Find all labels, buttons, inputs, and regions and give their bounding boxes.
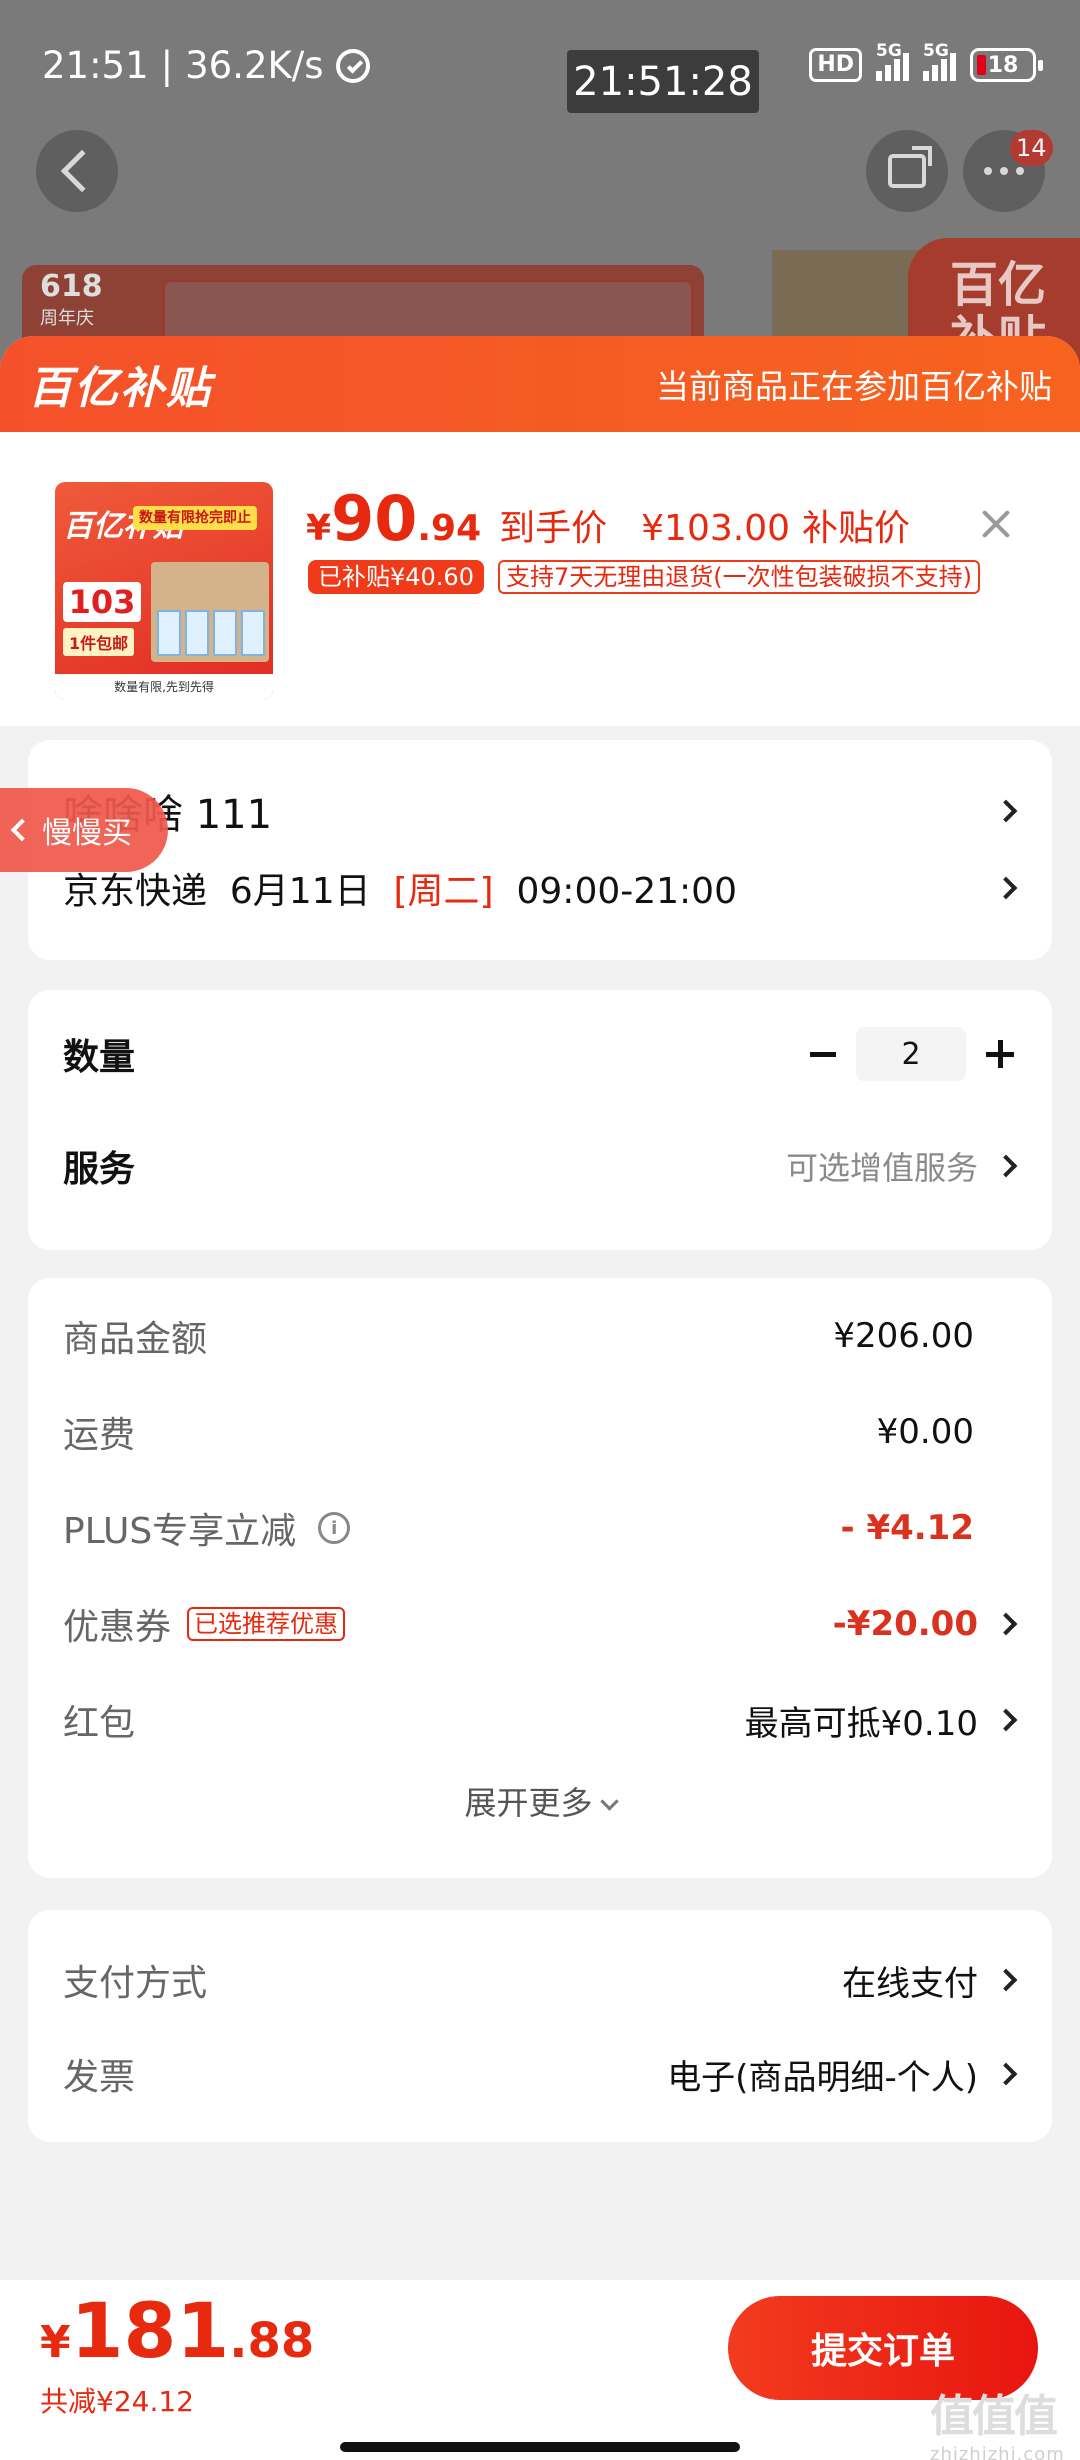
freight-row: 运费 ¥0.00 bbox=[63, 1402, 1014, 1462]
sheet-header: 百亿补贴 当前商品正在参加百亿补贴 bbox=[0, 336, 1080, 432]
total-saved: 共减¥24.12 bbox=[40, 2385, 194, 2418]
quantity-stepper: 2 bbox=[810, 1027, 1014, 1081]
service-label: 服务 bbox=[63, 1149, 136, 1190]
payment-method-row[interactable]: 支付方式 在线支付 bbox=[63, 1950, 1018, 2010]
return-policy-tag: 支持7天无理由退货(一次性包装破损不支持) bbox=[497, 560, 980, 594]
red-packet-label: 红包 bbox=[63, 1703, 136, 1744]
price-row: ¥ 90 .94 到手价 ¥103.00 补贴价 bbox=[306, 482, 911, 555]
hd-voice-icon: HD bbox=[809, 48, 862, 82]
chevron-right-icon bbox=[994, 799, 1018, 823]
delivery-window: 09:00-21:00 bbox=[516, 871, 737, 912]
delivery-weekday: [周二] bbox=[393, 871, 494, 912]
carrier: 京东快递 bbox=[63, 871, 208, 912]
battery-icon: 18 bbox=[970, 48, 1043, 82]
invoice-row[interactable]: 发票 电子(商品明细-个人) bbox=[63, 2044, 1018, 2104]
service-value: 可选增值服务 bbox=[785, 1149, 978, 1187]
goods-amount-value: ¥206.00 bbox=[833, 1316, 974, 1356]
network-speed: 36.2K/s bbox=[185, 44, 324, 87]
subsidy-price-label: 补贴价 bbox=[802, 508, 911, 549]
freight-label: 运费 bbox=[63, 1415, 136, 1456]
delivery-date: 6月11日 bbox=[229, 871, 371, 912]
bottom-bar: ¥ 181 .88 共减¥24.12 提交订单 bbox=[0, 2280, 1080, 2460]
quantity-card: 数量 2 服务 可选增值服务 bbox=[28, 990, 1052, 1250]
product-box-image bbox=[151, 562, 269, 662]
final-price-int: 90 bbox=[331, 482, 418, 555]
address-row[interactable]: 啥啥啥 111 bbox=[63, 782, 1018, 840]
service-row[interactable]: 服务 可选增值服务 bbox=[63, 1136, 1018, 1196]
status-right: HD 5G 5G 18 bbox=[809, 41, 1043, 82]
notification-badge: 14 bbox=[1010, 130, 1053, 166]
payment-method-label: 支付方式 bbox=[63, 1963, 208, 2004]
share-icon bbox=[888, 146, 932, 188]
address-card[interactable]: 啥啥啥 111 京东快递 6月11日 [周二] 09:00-21:00 bbox=[28, 740, 1052, 960]
recording-clock: 21:51:28 bbox=[567, 50, 759, 113]
payment-card: 支付方式 在线支付 发票 电子(商品明细-个人) bbox=[28, 1910, 1052, 2142]
goods-amount-row: 商品金额 ¥206.00 bbox=[63, 1306, 1014, 1366]
quantity-input[interactable]: 2 bbox=[856, 1027, 966, 1081]
chevron-left-icon bbox=[60, 149, 104, 193]
price-detail-card: 商品金额 ¥206.00 运费 ¥0.00 PLUS专享立减 i - ¥4.12… bbox=[28, 1278, 1052, 1878]
quantity-label: 数量 bbox=[63, 1037, 136, 1078]
subsidy-notice: 当前商品正在参加百亿补贴 bbox=[656, 367, 1052, 406]
expand-more-button[interactable]: 展开更多 bbox=[28, 1778, 1052, 1824]
chevron-right-icon bbox=[994, 1968, 1018, 1992]
chevron-right-icon bbox=[994, 1612, 1018, 1636]
product-thumbnail[interactable]: 百亿补贴 数量有限抢完即止 103 1件包邮 数量有限,先到先得 bbox=[55, 482, 273, 700]
red-packet-row[interactable]: 红包 最高可抵¥0.10 bbox=[63, 1690, 1018, 1750]
coupon-label: 优惠券 bbox=[63, 1607, 172, 1648]
chevron-right-icon bbox=[994, 1708, 1018, 1732]
red-packet-value: 最高可抵¥0.10 bbox=[744, 1703, 978, 1744]
watermark: 值值值 zhizhizhi.com bbox=[930, 2391, 1065, 2460]
invoice-label: 发票 bbox=[63, 2057, 136, 2098]
close-icon[interactable] bbox=[978, 506, 1014, 542]
status-time: 21:51 bbox=[42, 44, 149, 87]
minus-button[interactable] bbox=[810, 1051, 836, 1057]
final-price-label: 到手价 bbox=[499, 508, 608, 549]
chevron-left-icon bbox=[10, 818, 34, 842]
freight-value: ¥0.00 bbox=[876, 1412, 974, 1452]
subsidy-price: ¥103.00 bbox=[641, 508, 791, 549]
goods-amount-label: 商品金额 bbox=[63, 1319, 208, 1360]
total-price-dec: .88 bbox=[229, 2313, 315, 2369]
final-price-dec: .94 bbox=[417, 508, 482, 549]
signal-icon: 5G bbox=[876, 41, 909, 81]
back-button[interactable] bbox=[36, 130, 118, 212]
chevron-right-icon bbox=[994, 2062, 1018, 2086]
chevron-right-icon bbox=[994, 1154, 1018, 1178]
signal-icon-2: 5G bbox=[923, 41, 956, 81]
alarm-icon bbox=[335, 48, 370, 83]
chevron-right-icon bbox=[994, 876, 1018, 900]
status-left: 21:51 | 36.2K/s bbox=[42, 44, 370, 87]
coupon-value: -¥20.00 bbox=[832, 1604, 978, 1644]
plus-discount-row: PLUS专享立减 i - ¥4.12 bbox=[63, 1498, 1014, 1558]
invoice-value: 电子(商品明细-个人) bbox=[667, 2057, 978, 2098]
status-bar: 21:51 | 36.2K/s 21:51:28 HD 5G 5G 18 bbox=[0, 0, 1080, 130]
product-summary: 百亿补贴 数量有限抢完即止 103 1件包邮 数量有限,先到先得 ¥ 90 .9… bbox=[0, 432, 1080, 726]
home-indicator[interactable] bbox=[340, 2442, 740, 2452]
plus-button[interactable] bbox=[986, 1040, 1014, 1068]
more-dots-icon bbox=[984, 167, 1024, 175]
coupon-row[interactable]: 优惠券 已选推荐优惠 -¥20.00 bbox=[63, 1594, 1018, 1654]
total-price-int: 181 bbox=[70, 2286, 230, 2375]
quantity-row: 数量 2 bbox=[63, 1024, 1014, 1084]
subsidy-logo: 百亿补贴 bbox=[28, 363, 212, 414]
subsidized-tag: 已补贴¥40.60 bbox=[308, 560, 484, 594]
price-tracker-bubble[interactable]: 慢慢买 bbox=[0, 788, 168, 872]
plus-discount-value: - ¥4.12 bbox=[840, 1508, 975, 1548]
coupon-recommended-tag: 已选推荐优惠 bbox=[187, 1607, 346, 1641]
total-price: ¥ 181 .88 bbox=[40, 2286, 315, 2375]
product-tags: 已补贴¥40.60 支持7天无理由退货(一次性包装破损不支持) bbox=[308, 560, 980, 594]
checkout-sheet: 百亿补贴 当前商品正在参加百亿补贴 百亿补贴 数量有限抢完即止 103 1件包邮… bbox=[0, 336, 1080, 2460]
share-button[interactable] bbox=[866, 130, 948, 212]
plus-discount-label: PLUS专享立减 bbox=[63, 1511, 297, 1552]
delivery-row[interactable]: 京东快递 6月11日 [周二] 09:00-21:00 bbox=[63, 862, 1018, 914]
chevron-down-icon bbox=[599, 1792, 619, 1811]
info-icon[interactable]: i bbox=[318, 1512, 351, 1544]
payment-method-value: 在线支付 bbox=[842, 1963, 978, 2004]
